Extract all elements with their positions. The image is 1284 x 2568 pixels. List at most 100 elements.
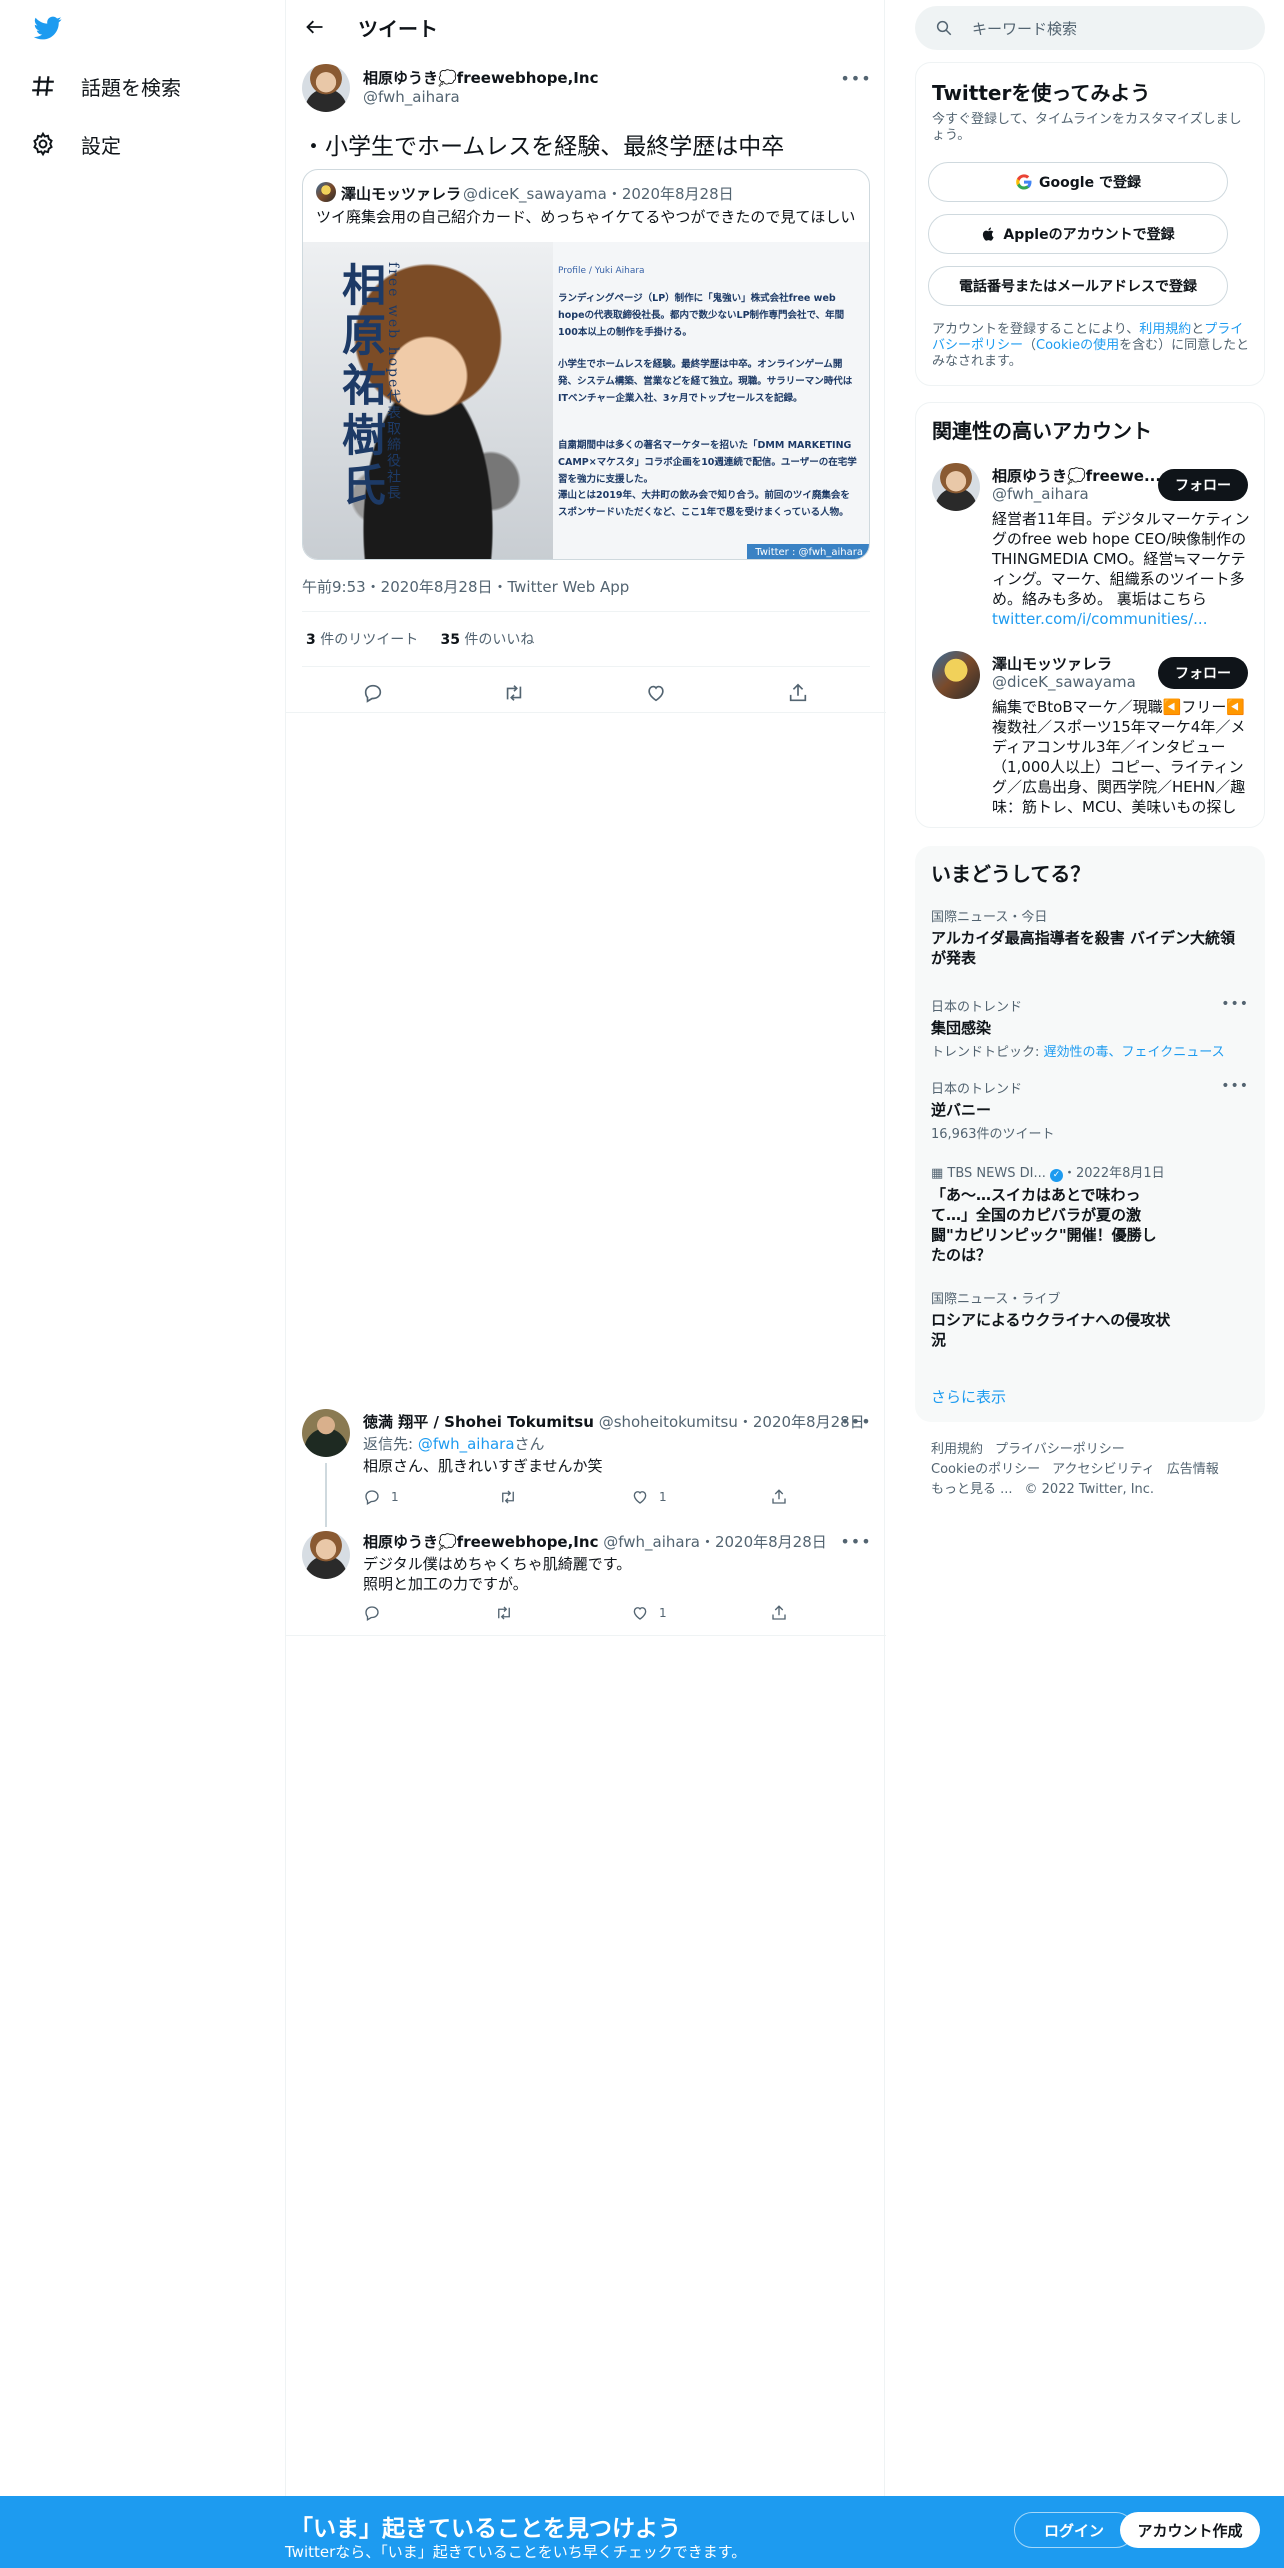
reply-text: デジタル僕はめちゃくちゃ肌綺麗です。 xyxy=(363,1555,632,1573)
footer-link[interactable]: もっと見る ... xyxy=(931,1482,1013,1497)
like-count: 1 xyxy=(659,1490,667,1504)
tweet-timestamp[interactable]: 午前9:53・2020年8月28日・Twitter Web App xyxy=(302,576,629,597)
nav-explore[interactable]: 話題を検索 xyxy=(30,66,181,106)
hashtag-icon xyxy=(30,72,66,100)
quoted-author-name: 澤山モッツァレラ xyxy=(341,185,462,203)
replying-to: 返信先: @fwh_aiharaさん xyxy=(363,1433,545,1454)
follow-button[interactable]: フォロー xyxy=(1158,469,1248,501)
trend-item[interactable]: 国際ニュース・今日 アルカイダ最高指導者を殺害 バイデン大統領が発表 xyxy=(931,906,1249,968)
signup-title: Twitterを使ってみよう xyxy=(932,81,1151,105)
replying-to-link[interactable]: @fwh_aihara xyxy=(418,1435,515,1453)
prompt-title: 「いま」起きていることを見つけよう xyxy=(290,2516,681,2542)
reply-button[interactable] xyxy=(363,1604,391,1622)
share-icon[interactable] xyxy=(770,1488,798,1506)
gear-icon xyxy=(30,130,66,158)
more-options-icon[interactable]: ••• xyxy=(1221,1078,1249,1094)
quoted-tweet-text: ツイ廃集会用の自己紹介カード、めっちゃイケてるやつができたので見てほしい xyxy=(316,208,856,226)
trend-item[interactable]: 日本のトレンド 逆バニー 16,963件のツイート ••• xyxy=(931,1078,1249,1142)
reply-icon[interactable] xyxy=(358,678,388,708)
reply-actions: 1 xyxy=(363,1604,793,1624)
trend-meta: ▦ TBS NEWS DI... ✓ ・2022年8月1日 xyxy=(931,1162,1249,1182)
replying-to-suffix: さん xyxy=(514,1435,545,1453)
more-options-icon[interactable]: ••• xyxy=(840,1411,870,1431)
trend-item[interactable]: ▦ TBS NEWS DI... ✓ ・2022年8月1日 「あ〜…スイカはあとで… xyxy=(931,1162,1249,1265)
reply-text: 照明と加工の力ですが。 xyxy=(363,1575,528,1593)
more-options-icon[interactable]: ••• xyxy=(1221,996,1249,1012)
image-paragraph: 澤山とは2019年、大井町の飲み会で知り合う。前回のツイ廃集会をスポンサードいた… xyxy=(558,490,850,518)
avatar[interactable] xyxy=(302,1409,350,1457)
retweets-stat[interactable]: 3 件のリツイート xyxy=(306,632,418,648)
google-signup-label: Google で登録 xyxy=(1039,175,1141,191)
reply-author-handle[interactable]: @shoheitokumitsu・2020年8月28日 xyxy=(599,1413,865,1431)
share-icon[interactable] xyxy=(783,678,813,708)
tweet-stats: 3 件のリツイート 35 件のいいね xyxy=(306,629,534,649)
likes-stat[interactable]: 35 件のいいね xyxy=(440,632,534,648)
retweet-button[interactable] xyxy=(498,1488,528,1506)
account-name[interactable]: 相原ゆうき💭freewe... xyxy=(992,465,1161,486)
cookie-link[interactable]: Cookieの使用 xyxy=(1036,338,1119,353)
apple-signup-button[interactable]: Appleのアカウントで登録 xyxy=(928,214,1228,254)
account-handle[interactable]: @fwh_aihara xyxy=(992,485,1089,503)
quoted-tweet-image[interactable]: 相原祐樹氏 free web hope代表取締役社長 Profile / Yuk… xyxy=(303,242,869,559)
avatar[interactable] xyxy=(932,651,980,699)
trends-panel: いまどうしてる？ 国際ニュース・今日 アルカイダ最高指導者を殺害 バイデン大統領… xyxy=(915,846,1265,1422)
phone-email-signup-button[interactable]: 電話番号またはメールアドレスで登録 xyxy=(928,266,1228,306)
trend-item[interactable]: 国際ニュース・ライブ ロシアによるウクライナへの侵攻状況 xyxy=(931,1288,1249,1350)
signup-panel: Twitterを使ってみよう 今すぐ登録して、タイムラインをカスタマイズしましょ… xyxy=(915,62,1265,386)
reply-author-handle[interactable]: @fwh_aihara・2020年8月28日 xyxy=(603,1533,827,1551)
avatar[interactable] xyxy=(932,463,980,511)
reply-button[interactable]: 1 xyxy=(363,1488,399,1506)
signup-button[interactable]: アカウント作成 xyxy=(1120,2512,1260,2548)
trend-tweet-count: 16,963件のツイート xyxy=(931,1127,1055,1142)
quoted-tweet[interactable]: 澤山モッツァレラ @diceK_sawayama・2020年8月28日 ツイ廃集… xyxy=(302,169,870,560)
trend-item[interactable]: 日本のトレンド 集団感染 トレンドトピック: 遅効性の毒、フェイクニュース ••… xyxy=(931,996,1249,1060)
reply-author-name[interactable]: 相原ゆうき💭freewebhope,Inc xyxy=(363,1533,598,1551)
footer-link[interactable]: 利用規約 xyxy=(931,1442,983,1457)
news-source-icon: ▦ xyxy=(931,1166,948,1181)
share-icon[interactable] xyxy=(770,1604,798,1622)
account-handle[interactable]: @diceK_sawayama xyxy=(992,673,1136,691)
more-options-icon[interactable]: ••• xyxy=(840,1531,870,1551)
login-button[interactable]: ログイン xyxy=(1014,2512,1134,2548)
like-button[interactable]: 1 xyxy=(631,1488,667,1506)
terms-link[interactable]: 利用規約 xyxy=(1139,322,1191,337)
trend-title: 集団感染 xyxy=(931,1019,992,1037)
avatar[interactable] xyxy=(302,64,350,112)
divider xyxy=(286,1635,886,1636)
related-accounts-panel: 関連性の高いアカウント 相原ゆうき💭freewe... @fwh_aihara … xyxy=(915,402,1265,828)
account-bio-link[interactable]: twitter.com/i/communities/... xyxy=(992,610,1207,628)
nav-explore-label: 話題を検索 xyxy=(81,75,181,100)
apple-icon xyxy=(981,225,997,243)
page-title: ツイート xyxy=(358,17,438,41)
back-arrow-icon[interactable] xyxy=(300,12,330,42)
reply-author-name[interactable]: 徳満 翔平 / Shohei Tokumitsu xyxy=(363,1413,594,1431)
like-button[interactable]: 1 xyxy=(631,1604,667,1622)
terms-notice: アカウントを登録することにより、利用規約とプライバシーポリシー（Cookieの使… xyxy=(932,322,1252,370)
footer-link[interactable]: 広告情報 xyxy=(1167,1462,1219,1477)
nav-settings[interactable]: 設定 xyxy=(30,124,121,164)
trend-topic-link[interactable]: 遅効性の毒、フェイクニュース xyxy=(1044,1045,1225,1060)
retweet-count: 3 xyxy=(306,632,316,648)
follow-button[interactable]: フォロー xyxy=(1158,657,1248,689)
author-name[interactable]: 相原ゆうき💭freewebhope,Inc xyxy=(363,67,598,88)
google-signup-button[interactable]: Google で登録 xyxy=(928,162,1228,202)
show-more-link[interactable]: さらに表示 xyxy=(931,1386,1249,1407)
account-bio: 経営者11年目。デジタルマーケティングのfree web hope CEO/映像… xyxy=(992,509,1252,629)
avatar[interactable] xyxy=(302,1531,350,1579)
author-handle[interactable]: @fwh_aihara xyxy=(363,88,460,106)
phone-email-signup-label: 電話番号またはメールアドレスで登録 xyxy=(959,279,1197,295)
search-icon xyxy=(935,19,953,41)
account-name[interactable]: 澤山モッツァレラ xyxy=(992,653,1112,674)
retweet-icon[interactable] xyxy=(499,678,529,708)
retweet-button[interactable] xyxy=(494,1604,524,1622)
footer-link[interactable]: プライバシーポリシー xyxy=(995,1442,1125,1457)
like-heart-icon[interactable] xyxy=(641,678,671,708)
footer-link[interactable]: Cookieのポリシー xyxy=(931,1462,1040,1477)
more-options-icon[interactable]: ••• xyxy=(840,68,870,88)
image-paragraph: 小学生でホームレスを経験。最終学歴は中卒。オンラインゲーム開発、システム構築、営… xyxy=(558,359,853,404)
likes-label: 件のいいね xyxy=(464,632,535,648)
reply-text: 相原さん、肌きれいすぎませんか笑 xyxy=(363,1457,603,1475)
footer-link[interactable]: アクセシビリティ xyxy=(1052,1462,1155,1477)
twitter-logo-icon[interactable] xyxy=(32,14,64,42)
search-input[interactable]: キーワード検索 xyxy=(915,6,1265,50)
